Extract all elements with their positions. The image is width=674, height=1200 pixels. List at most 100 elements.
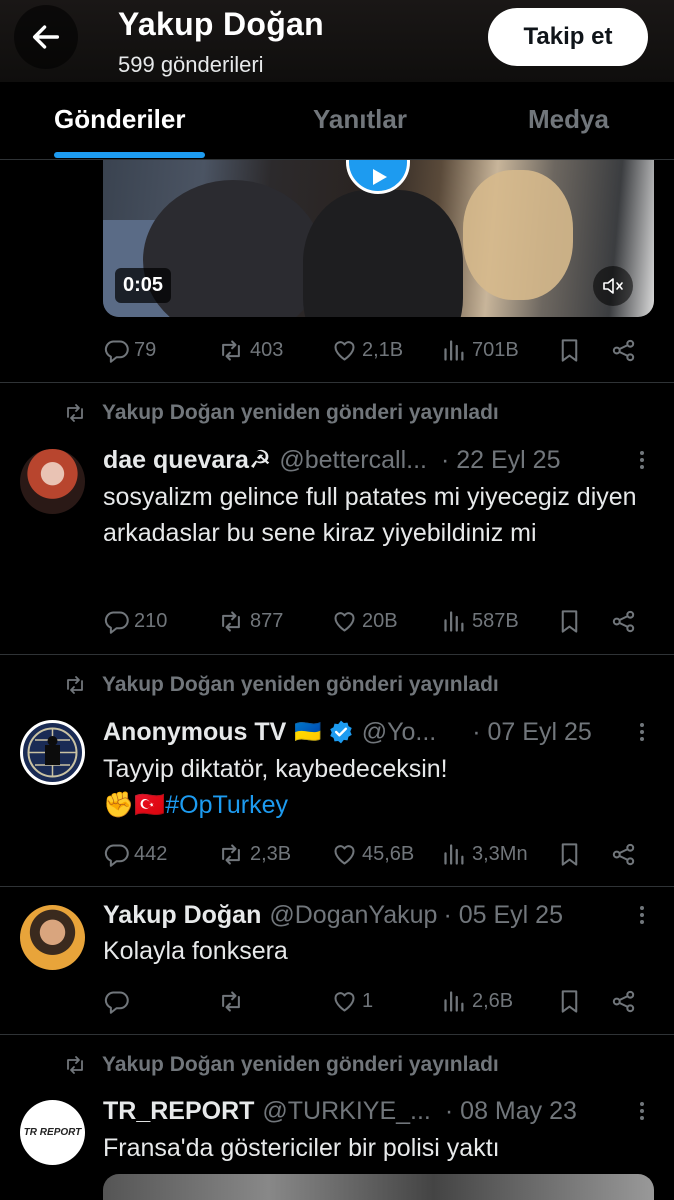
globe-logo-icon bbox=[27, 727, 78, 778]
share-button[interactable] bbox=[610, 601, 637, 641]
post-date[interactable]: · 08 May 23 bbox=[445, 1097, 577, 1126]
like-button[interactable]: 1 bbox=[331, 981, 373, 1021]
more-options-button[interactable] bbox=[634, 898, 650, 932]
like-count: 2,1B bbox=[362, 338, 404, 361]
bar-chart-icon bbox=[441, 988, 468, 1015]
video-player[interactable]: 0:05 bbox=[103, 160, 654, 317]
post-date[interactable]: · 22 Eyl 25 bbox=[441, 446, 561, 475]
post-media[interactable] bbox=[103, 1174, 654, 1200]
profile-tabs: Gönderiler Yanıtlar Medya bbox=[0, 82, 674, 160]
mute-button[interactable] bbox=[593, 266, 633, 306]
play-icon bbox=[373, 169, 387, 185]
bookmark-button[interactable] bbox=[556, 981, 583, 1021]
reply-count: 442 bbox=[134, 842, 168, 865]
reply-button[interactable]: 210 bbox=[103, 601, 167, 641]
like-button[interactable]: 20B bbox=[331, 601, 398, 641]
play-button[interactable] bbox=[346, 160, 410, 194]
post-text: Fransa'da göstericiler bir polisi yaktı bbox=[103, 1134, 500, 1162]
active-tab-indicator bbox=[54, 152, 205, 158]
more-options-button[interactable] bbox=[634, 443, 650, 477]
post-text: Kolayla fonksera bbox=[103, 937, 288, 965]
verified-badge-icon bbox=[330, 720, 352, 744]
author-handle[interactable]: @Yo... bbox=[362, 718, 437, 747]
back-button[interactable] bbox=[14, 5, 78, 69]
divider bbox=[0, 382, 674, 383]
post-text-line: Tayyip diktatör, kaybedeceksin! bbox=[103, 755, 448, 783]
views-button[interactable]: 701B bbox=[441, 330, 519, 370]
like-button[interactable]: 45,6B bbox=[331, 834, 414, 874]
repost-icon bbox=[62, 1053, 88, 1077]
more-icon bbox=[639, 448, 645, 472]
repost-count: 2,3B bbox=[250, 842, 292, 865]
more-icon bbox=[639, 903, 645, 927]
reply-button[interactable] bbox=[103, 981, 134, 1021]
reply-icon bbox=[103, 337, 130, 364]
repost-button[interactable] bbox=[216, 981, 250, 1021]
avatar[interactable] bbox=[20, 905, 85, 970]
share-button[interactable] bbox=[610, 981, 637, 1021]
share-icon bbox=[610, 988, 637, 1015]
avatar-logo-text: TR REPORT bbox=[23, 1127, 82, 1138]
bookmark-button[interactable] bbox=[556, 330, 583, 370]
author-name[interactable]: Yakup Doğan bbox=[103, 901, 261, 930]
views-button[interactable]: 3,3Mn bbox=[441, 834, 528, 874]
reply-button[interactable]: 79 bbox=[103, 330, 156, 370]
bookmark-icon bbox=[556, 841, 583, 868]
heart-icon bbox=[331, 608, 358, 635]
repost-icon bbox=[216, 337, 246, 364]
share-button[interactable] bbox=[610, 834, 637, 874]
reply-icon bbox=[103, 608, 130, 635]
bookmark-button[interactable] bbox=[556, 834, 583, 874]
post-text: Tayyip diktatör, kaybedeceksin! ✊🇹🇷#OpTu… bbox=[103, 751, 658, 823]
share-button[interactable] bbox=[610, 330, 637, 370]
author-name[interactable]: Anonymous TV bbox=[103, 718, 286, 747]
follow-button[interactable]: Takip et bbox=[488, 8, 648, 66]
share-icon bbox=[610, 337, 637, 364]
bar-chart-icon bbox=[441, 337, 468, 364]
repost-note: Yakup Doğan yeniden gönderi yayınladı bbox=[102, 401, 499, 424]
reply-count: 210 bbox=[134, 609, 168, 632]
author-name[interactable]: dae quevara☭ bbox=[103, 445, 271, 475]
post-header: dae quevara☭ @bettercall... · 22 Eyl 25 bbox=[103, 443, 561, 477]
like-button[interactable]: 2,1B bbox=[331, 330, 403, 370]
repost-button[interactable]: 403 bbox=[216, 330, 283, 370]
more-options-button[interactable] bbox=[634, 715, 650, 749]
hashtag-link[interactable]: #OpTurkey bbox=[165, 791, 288, 819]
tab-media[interactable]: Medya bbox=[528, 104, 609, 135]
author-handle[interactable]: @TURKIYE_... bbox=[262, 1097, 430, 1126]
repost-note: Yakup Doğan yeniden gönderi yayınladı bbox=[102, 1053, 499, 1076]
repost-indicator: Yakup Doğan yeniden gönderi yayınladı bbox=[62, 398, 499, 428]
tab-posts[interactable]: Gönderiler bbox=[54, 104, 185, 135]
like-count: 20B bbox=[362, 609, 398, 632]
repost-count: 403 bbox=[250, 338, 284, 361]
avatar[interactable] bbox=[20, 720, 85, 785]
repost-indicator: Yakup Doğan yeniden gönderi yayınladı bbox=[62, 1050, 499, 1080]
repost-icon bbox=[216, 841, 246, 868]
author-handle[interactable]: @bettercall... bbox=[279, 446, 427, 475]
post-date[interactable]: · 05 Eyl 25 bbox=[443, 901, 563, 930]
views-button[interactable]: 2,6B bbox=[441, 981, 513, 1021]
post-header: TR_REPORT @TURKIYE_... · 08 May 23 bbox=[103, 1094, 577, 1128]
bookmark-icon bbox=[556, 608, 583, 635]
profile-name: Yakup Doğan bbox=[118, 6, 325, 42]
video-duration: 0:05 bbox=[115, 268, 172, 303]
repost-button[interactable]: 2,3B bbox=[216, 834, 291, 874]
like-count: 1 bbox=[362, 989, 374, 1012]
more-options-button[interactable] bbox=[634, 1094, 650, 1128]
repost-button[interactable]: 877 bbox=[216, 601, 283, 641]
tab-replies[interactable]: Yanıtlar bbox=[313, 104, 407, 135]
author-handle[interactable]: @DoganYakup bbox=[269, 901, 437, 930]
reply-icon bbox=[103, 841, 130, 868]
avatar[interactable]: TR REPORT bbox=[20, 1100, 85, 1165]
divider bbox=[0, 1034, 674, 1035]
bar-chart-icon bbox=[441, 608, 468, 635]
post-actions: 442 2,3B 45,6B 3,3Mn bbox=[103, 834, 648, 874]
post-date[interactable]: · 07 Eyl 25 bbox=[472, 718, 592, 747]
author-name[interactable]: TR_REPORT bbox=[103, 1097, 254, 1126]
avatar[interactable] bbox=[20, 449, 85, 514]
profile-header: Yakup Doğan 599 gönderileri Takip et bbox=[0, 0, 674, 82]
bookmark-button[interactable] bbox=[556, 601, 583, 641]
views-button[interactable]: 587B bbox=[441, 601, 519, 641]
reply-button[interactable]: 442 bbox=[103, 834, 167, 874]
post-actions: 79 403 2,1B 701B bbox=[103, 330, 648, 370]
